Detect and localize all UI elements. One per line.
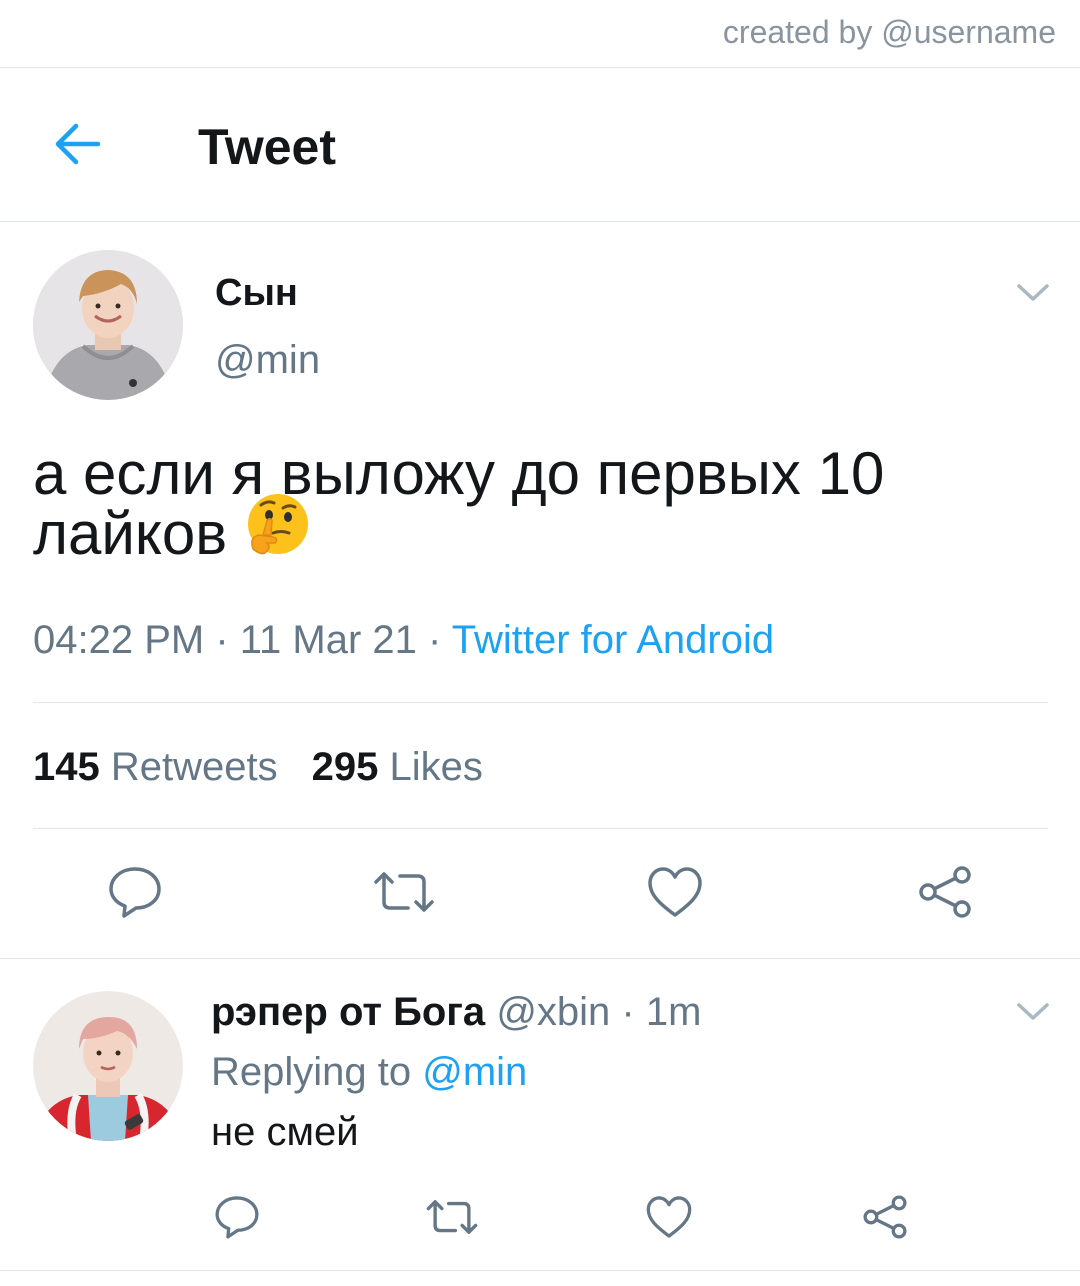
replying-to-link[interactable]: @min xyxy=(422,1050,527,1094)
heart-icon xyxy=(646,1196,692,1238)
retweets-count: 145 xyxy=(33,745,100,789)
tweet-meta: 04:22 PM · 11 Mar 21 · Twitter for Andro… xyxy=(33,618,774,663)
author-name[interactable]: Сын xyxy=(215,272,298,315)
avatar-image xyxy=(33,991,183,1141)
chevron-down-icon xyxy=(1017,284,1049,301)
tweet-text-line-2-text: лайков xyxy=(33,500,228,567)
reply-time: 1m xyxy=(645,990,702,1034)
share-button[interactable] xyxy=(913,860,977,924)
retweet-button[interactable] xyxy=(372,860,436,924)
reply-button[interactable] xyxy=(103,860,167,924)
divider xyxy=(0,1270,1080,1271)
replying-prefix: Replying to xyxy=(211,1050,423,1094)
divider xyxy=(33,828,1048,829)
divider xyxy=(33,702,1048,703)
tweet-screen: created by @username Tweet Сын @min а ес… xyxy=(0,0,1080,1286)
like-button[interactable] xyxy=(642,1190,696,1244)
page-title: Tweet xyxy=(198,119,336,175)
tweet-text-line-2: лайков xyxy=(33,494,1033,564)
share-icon xyxy=(863,1195,907,1239)
author-handle[interactable]: @min xyxy=(215,338,320,383)
likes-count: 295 xyxy=(311,745,379,789)
arrow-left-icon xyxy=(55,123,101,165)
watermark-bar: created by @username xyxy=(0,0,1080,68)
reply-text: не смей xyxy=(211,1110,359,1154)
likes-stat[interactable]: 295 Likes xyxy=(312,745,483,789)
tweet-text: а если я выложу до первых 10 лайков xyxy=(33,444,1033,564)
retweets-stat[interactable]: 145 Retweets xyxy=(33,745,278,789)
share-button[interactable] xyxy=(858,1190,912,1244)
tweet-options-button[interactable] xyxy=(1011,278,1055,308)
watermark-text: created by @username xyxy=(722,14,1056,50)
tweet-source-link[interactable]: Twitter for Android xyxy=(452,618,774,662)
retweets-label: Retweets xyxy=(110,745,278,789)
reply-button[interactable] xyxy=(210,1190,264,1244)
reply-options-button[interactable] xyxy=(1011,997,1055,1027)
retweet-button[interactable] xyxy=(425,1190,479,1244)
meta-separator: · xyxy=(610,990,646,1034)
meta-separator: · xyxy=(204,618,240,662)
reply-icon xyxy=(215,1196,259,1239)
chevron-down-icon xyxy=(1017,1003,1049,1020)
share-icon xyxy=(919,866,971,918)
tweet-date: 11 Mar 21 xyxy=(239,618,417,662)
heart-icon xyxy=(648,867,702,917)
reply-author-handle[interactable]: @xbin xyxy=(496,990,610,1034)
back-button[interactable] xyxy=(44,114,110,174)
replying-to: Replying to @min xyxy=(211,1050,527,1095)
reply-header: рэпер от Бога @xbin · 1m xyxy=(211,990,701,1035)
likes-label: Likes xyxy=(389,745,483,789)
retweet-icon xyxy=(426,1200,478,1234)
retweet-icon xyxy=(374,872,434,912)
author-avatar[interactable] xyxy=(33,250,183,400)
reply-author-avatar[interactable] xyxy=(33,991,183,1141)
thinking-face-emoji xyxy=(243,491,313,571)
tweet-text-line-1: а если я выложу до первых 10 xyxy=(33,440,885,507)
reply-icon xyxy=(109,867,161,918)
divider xyxy=(0,958,1080,959)
meta-separator: · xyxy=(416,618,452,662)
reply-author-name[interactable]: рэпер от Бога xyxy=(211,990,485,1034)
tweet-stats: 145 Retweets 295 Likes xyxy=(33,745,483,790)
like-button[interactable] xyxy=(643,860,707,924)
tweet-time: 04:22 PM xyxy=(33,618,205,662)
top-app-bar: Tweet xyxy=(0,68,1080,222)
avatar-image xyxy=(33,250,183,400)
